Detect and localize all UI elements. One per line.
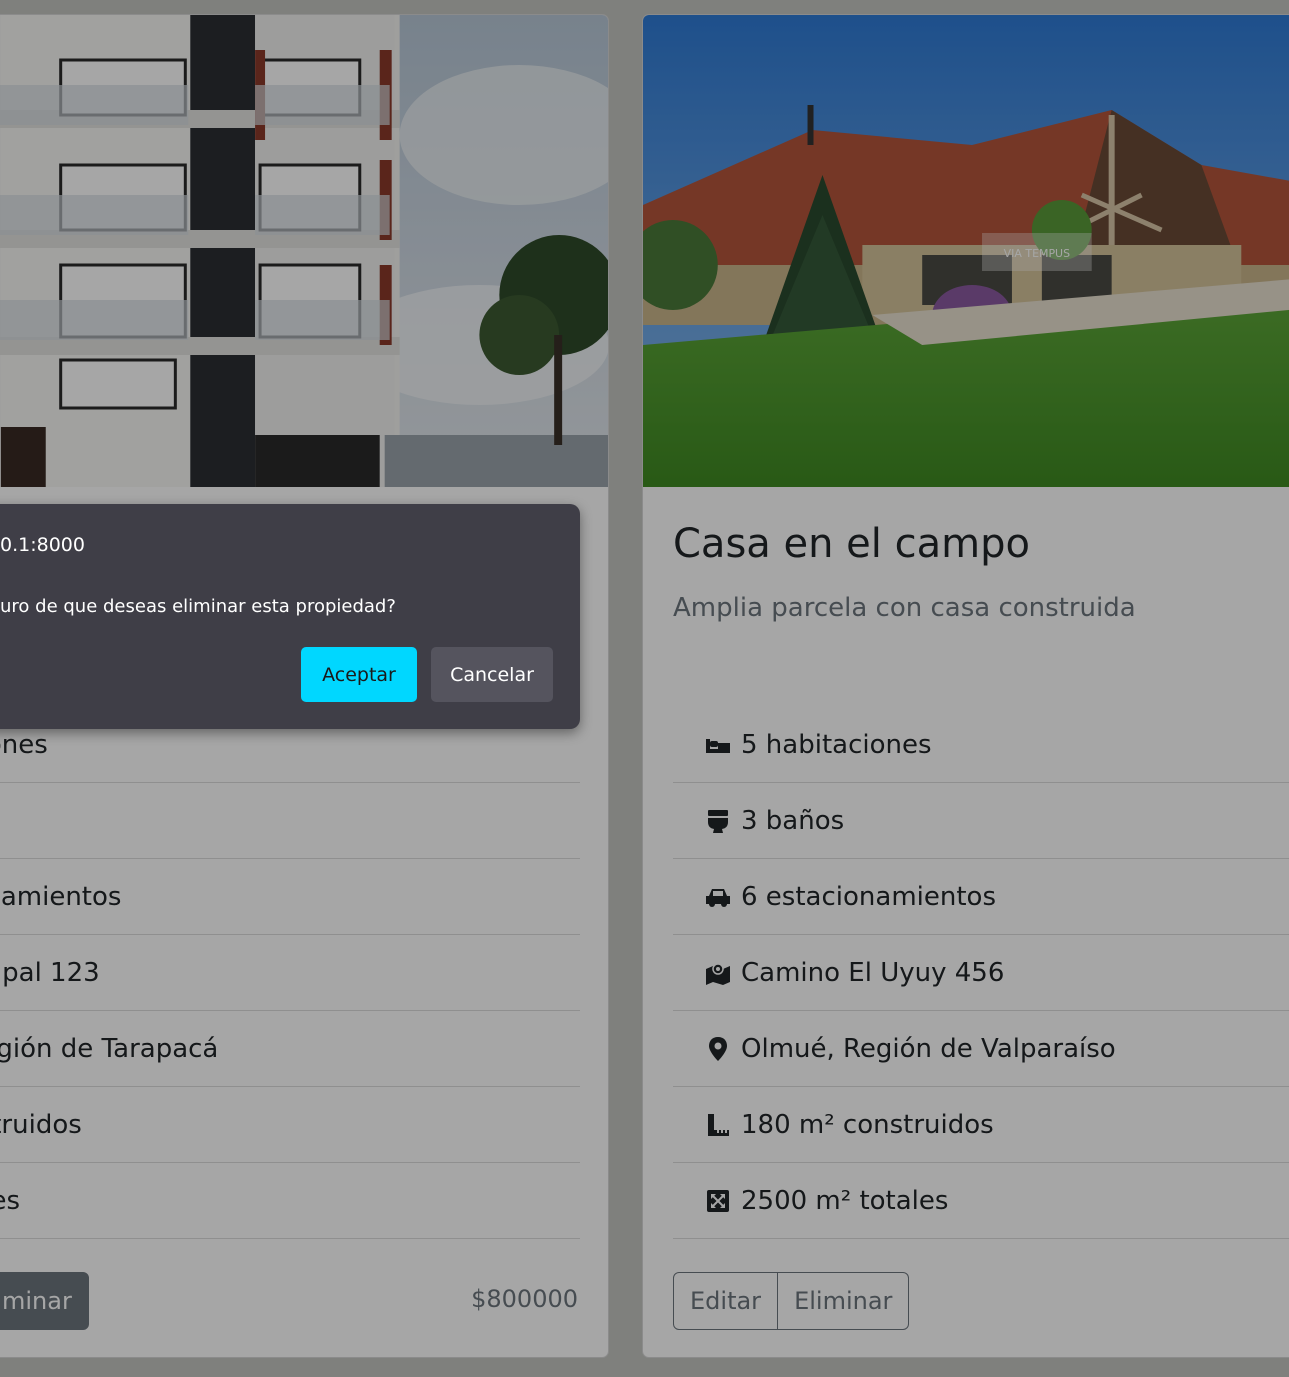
cancel-button[interactable]: Cancelar [431, 647, 553, 702]
confirm-dialog: 0.1:8000 uro de que deseas eliminar esta… [0, 504, 580, 729]
dialog-origin: 0.1:8000 [0, 534, 85, 556]
dialog-message: uro de que deseas eliminar esta propieda… [0, 596, 396, 617]
accept-button[interactable]: Aceptar [301, 647, 417, 702]
